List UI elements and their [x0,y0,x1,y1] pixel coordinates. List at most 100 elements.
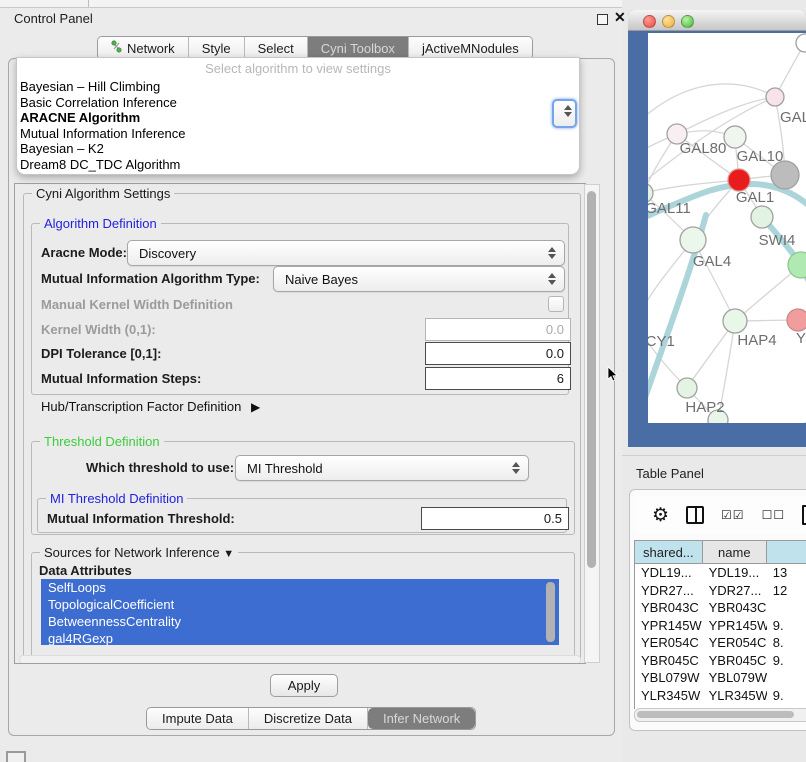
algorithm-item[interactable]: Basic Correlation Inference [19,95,577,111]
gear-icon[interactable]: ⚙ [652,506,669,525]
table-hscrollbar[interactable] [634,708,806,722]
tab-infer-network[interactable]: Infer Network [368,708,475,729]
network-node[interactable] [771,161,799,189]
attribute-item[interactable]: SelfLoops [41,579,559,596]
hub-definition-toggle[interactable]: Hub/Transcription Factor Definition ▶ [41,399,260,414]
document-icon[interactable] [802,505,806,525]
which-threshold-label: Which threshold to use: [86,460,234,475]
expand-down-icon[interactable]: ▼ [223,548,234,560]
kernel-width-field[interactable]: 0.0 [425,318,571,341]
column-header[interactable]: shared... [635,541,703,563]
table-cell [767,599,806,617]
table-panel-card: ⚙ ☑☑ ☐☐ shared...name YDL19...YDL19...13… [629,489,806,731]
algorithm-item[interactable]: Bayesian – K2 [19,141,577,157]
manual-kernel-checkbox[interactable] [548,296,564,312]
tab-style[interactable]: Style [189,37,245,59]
zoom-traffic-light[interactable] [681,15,694,28]
aracne-mode-value: Discovery [128,246,196,261]
panel-title: Control Panel [14,11,93,26]
network-node[interactable] [728,169,750,191]
mi-steps-field[interactable]: 6 [425,367,571,390]
table-row[interactable]: YDR27...YDR27...12 [635,582,806,600]
algorithm-item[interactable]: Mutual Information Inference [19,126,577,142]
algorithm-item[interactable]: Bayesian – Hill Climbing [19,79,577,95]
column-header[interactable]: name [703,541,767,563]
kernel-width-label: Kernel Width (0,1): [41,322,156,337]
table-hscrollbar-thumb[interactable] [637,711,794,718]
network-node[interactable] [677,378,697,398]
tab-jactivemnodules[interactable]: jActiveMNodules [409,37,532,59]
group-legend: Sources for Network Inference ▼ [40,545,238,560]
table-cell: 12 [767,582,806,600]
attribute-item[interactable]: gal4RGexp [41,630,559,645]
table-row[interactable]: YBR045CYBR045C9. [635,652,806,670]
tab-select[interactable]: Select [245,37,308,59]
float-panel-icon[interactable] [597,14,608,25]
collapsed-panel-icon[interactable] [6,751,26,762]
table-cell: YLR345W [703,687,767,705]
tab-cyni-toolbox[interactable]: Cyni Toolbox [308,37,409,59]
mi-type-select[interactable]: Naive Bayes [273,266,565,292]
table-cell: YER054C [703,634,767,652]
minimize-traffic-light[interactable] [662,15,675,28]
data-attributes-list[interactable]: SelfLoopsTopologicalCoefficientBetweenne… [41,579,559,645]
table-cell: YBL079W [703,669,767,687]
close-icon[interactable]: ✕ [614,9,626,26]
network-node[interactable] [724,126,746,148]
split-columns-icon[interactable] [686,506,704,524]
algorithm-combo-partial[interactable] [552,99,577,128]
tab-impute-data[interactable]: Impute Data [147,708,249,729]
window-top-edge [0,0,622,8]
aracne-mode-select[interactable]: Discovery [127,240,565,266]
network-node-label: Y [796,330,806,347]
group-legend: MI Threshold Definition [46,491,187,506]
close-traffic-light[interactable] [643,15,656,28]
table-cell: 9. [767,617,806,635]
table-cell: YPR145W [703,617,767,635]
algorithm-dropdown-popup: Select algorithm to view settings Bayesi… [16,57,580,175]
table-row[interactable]: YPR145WYPR145W9. [635,617,806,635]
settings-vscrollbar-track[interactable] [584,184,600,663]
mi-type-label: Mutual Information Algorithm Type: [41,271,260,286]
algorithm-item[interactable]: Dream8 DC_TDC Algorithm [19,157,577,173]
attributes-scrollbar[interactable] [546,582,555,642]
settings-hscrollbar[interactable] [19,655,581,664]
network-node[interactable] [723,309,747,333]
table-row[interactable]: YER054CYER054C8. [635,634,806,652]
which-threshold-select[interactable]: MI Threshold [235,455,529,481]
tab-discretize-data[interactable]: Discretize Data [249,708,368,729]
tab-network[interactable]: Network [98,37,189,59]
dpi-tolerance-field[interactable]: 0.0 [425,342,571,365]
network-node[interactable] [680,227,706,253]
tab-label: Style [202,41,231,56]
mi-threshold-label: Mutual Information Threshold: [47,511,235,526]
network-node[interactable] [751,206,773,228]
sources-legend-label: Sources for Network Inference [44,545,220,560]
table-row[interactable]: YBR043CYBR043C [635,599,806,617]
table-row[interactable]: YBL079WYBL079W [635,669,806,687]
table-row[interactable]: YDL19...YDL19...13 [635,564,806,582]
table-cell [767,669,806,687]
mi-threshold-field[interactable]: 0.5 [421,507,569,530]
network-node-label: GAL80 [680,140,727,157]
spinner-arrows-icon [564,105,572,117]
network-canvas[interactable]: GALGAL80GAL10GAL1GAL11SWI4GAL4GCY1HAP4YH… [648,33,806,423]
network-node[interactable] [796,34,806,52]
spinner-arrows-icon [548,273,556,285]
select-all-icon[interactable]: ☑☑ [721,508,745,522]
network-node[interactable] [766,88,784,106]
deselect-all-icon[interactable]: ☐☐ [762,508,786,522]
network-window-titlebar[interactable] [628,10,806,31]
tab-label: jActiveMNodules [422,41,519,56]
settings-vscrollbar-thumb[interactable] [587,191,596,568]
network-edge [677,97,775,134]
algorithm-item[interactable]: ARACNE Algorithm [19,110,577,126]
table-row[interactable]: YLR345WYLR345W9. [635,687,806,705]
mouse-cursor [607,366,619,383]
apply-button[interactable]: Apply [270,674,338,697]
attribute-item[interactable]: BetweennessCentrality [41,613,559,630]
attribute-item[interactable]: TopologicalCoefficient [41,596,559,613]
network-node[interactable] [787,309,806,331]
column-header[interactable] [767,541,806,563]
group-legend: Cyni Algorithm Settings [32,186,174,201]
